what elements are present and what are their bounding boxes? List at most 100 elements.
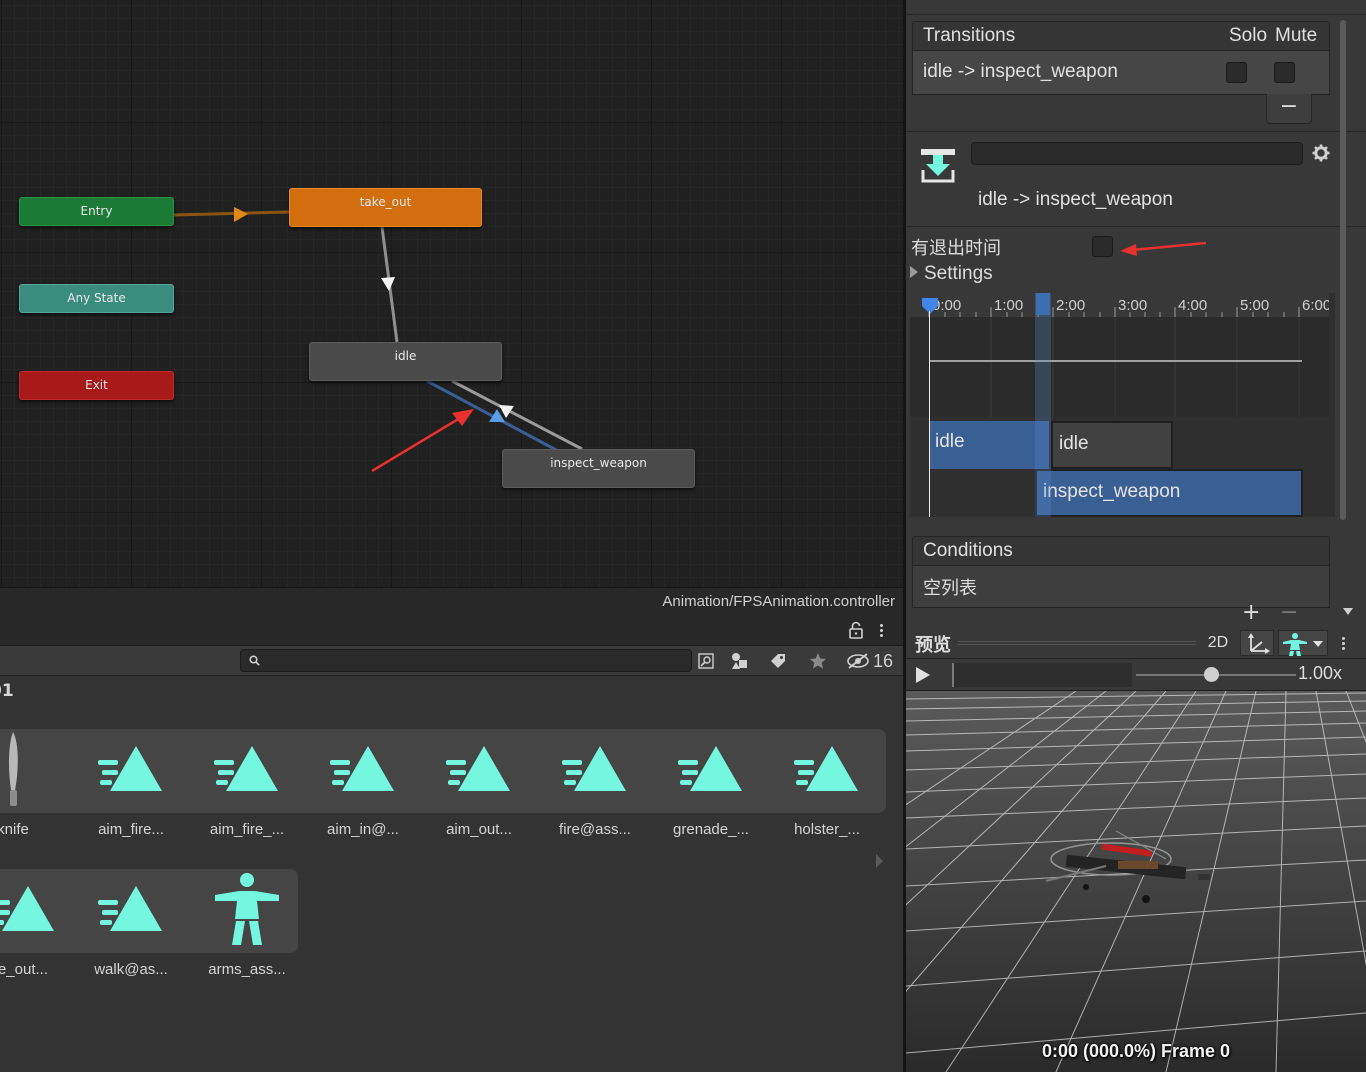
speed-slider-knob[interactable] [1204,667,1219,682]
asset-item[interactable]: aim_fire_... [189,729,305,838]
state-entry[interactable]: Entry [19,197,174,226]
animation-clip-icon [98,886,162,931]
asset-item[interactable]: aim_out... [421,729,537,838]
preview-more-options-icon[interactable] [1338,635,1348,653]
asset-label: grenade_... [673,821,749,838]
source-clip-bar[interactable]: idle [929,421,1049,469]
solo-checkbox[interactable] [1226,62,1247,83]
lock-icon[interactable] [848,621,864,639]
animation-clip-icon [98,746,162,791]
asset-item[interactable]: walk@as... [73,869,189,978]
asset-item[interactable]: e_out... [0,869,81,978]
avatar-dropdown-button[interactable] [1278,630,1328,656]
has-exit-time-checkbox[interactable] [1092,236,1113,257]
state-exit[interactable]: Exit [19,371,174,400]
controller-path: Animation/FPSAnimation.controller [662,593,895,610]
foldout-arrow-icon [910,266,918,278]
take-out-to-idle-arrow [381,277,395,291]
animation-clip-icon [330,746,394,791]
animation-clip-icon [794,746,858,791]
breadcrumb-folder[interactable]: 01 [0,681,14,701]
frame-info: 0:00 (000.0%) Frame 0 [1041,1041,1231,1061]
play-icon[interactable] [916,667,930,683]
graph-status-bar: Animation/FPSAnimation.controller [0,587,903,614]
project-tab-bar [0,614,903,646]
transitions-list-header: Transitions Solo Mute [912,21,1330,51]
asset-item[interactable]: grenade_... [653,729,769,838]
pivot-toggle-button[interactable] [1240,630,1274,656]
animator-graph[interactable]: Entry Any State Exit take_out idle inspe… [0,0,903,587]
preview-timeline-scrubber[interactable] [952,663,1132,687]
asset-item[interactable]: knife [0,729,71,838]
state-any-state[interactable]: Any State [19,284,174,313]
speed-value: 1.00x [1298,663,1343,683]
gear-icon[interactable] [1312,144,1330,162]
hidden-count-label: 16 [873,650,894,671]
asset-item[interactable]: fire@ass... [537,729,653,838]
mute-checkbox[interactable] [1274,62,1295,83]
preview-drag-handle[interactable] [958,641,1196,645]
transition-range-handle[interactable] [1036,293,1050,315]
timeline-clips-area: idle idle inspect_weapon [910,417,1330,517]
state-take-out[interactable]: take_out [289,188,482,227]
more-options-icon[interactable] [876,622,886,640]
pivot-icon [1248,633,1270,654]
transition-timeline[interactable]: 0:00 1:00 2:00 3:00 4:00 5:00 6:00 idle … [910,293,1330,517]
remove-condition-button[interactable]: − [1280,600,1298,625]
chevron-down-icon [1313,641,1323,647]
separator [906,14,1366,15]
solo-column-label: Solo [1229,25,1268,46]
inspect-to-idle-line [451,379,583,451]
add-condition-button[interactable]: + [1242,600,1260,625]
annotation-arrow-head [452,409,474,426]
source-clip-bar-repeat[interactable]: idle [1051,421,1173,469]
expand-arrow-icon[interactable] [876,854,883,868]
transition-name-field[interactable] [971,142,1303,165]
asset-grid: knife aim_fire... aim_fire_... aim_in@..… [0,708,903,1072]
mute-column-label: Mute [1275,25,1318,46]
source-clip-repeat-label: idle [1059,433,1089,454]
state-inspect-weapon-label: inspect_weapon [550,456,647,470]
animation-clip-icon [446,746,510,791]
timeline-curve-area [910,317,1330,417]
playhead-marker-icon[interactable] [921,297,939,315]
transition-list-item[interactable]: idle -> inspect_weapon [912,51,1330,95]
asset-label: aim_out... [446,821,512,838]
asset-item[interactable]: aim_fire... [73,729,189,838]
asset-label: aim_in@... [327,821,399,838]
search-input[interactable] [263,652,683,669]
project-search-field[interactable] [240,649,692,672]
search-window-icon[interactable] [692,649,720,673]
animation-clip-icon [562,746,626,791]
transition-item-label: idle -> inspect_weapon [923,61,1118,82]
preview-floor-grid [906,691,1366,1072]
destination-clip-bar[interactable]: inspect_weapon [1035,469,1303,517]
state-take-out-label: take_out [359,195,412,209]
scroll-down-arrow-icon[interactable] [1343,608,1353,615]
transition-blend-range[interactable] [1035,293,1051,517]
avatar-icon [1283,633,1323,656]
filter-by-label-icon[interactable] [764,649,792,673]
preview-title: 预览 [915,635,951,656]
asset-item[interactable]: arms_ass... [189,869,305,978]
hidden-packages-toggle[interactable]: 16 [846,649,893,673]
settings-foldout[interactable]: Settings [910,263,993,285]
conditions-add-remove: + − [1236,600,1316,627]
timeline-edge [1329,293,1335,517]
remove-transition-button[interactable]: − [1266,94,1312,124]
timeline-ruler[interactable]: 0:00 1:00 2:00 3:00 4:00 5:00 6:00 [910,293,1330,317]
favorite-star-icon[interactable] [804,649,832,673]
asset-item[interactable]: holster_... [769,729,885,838]
scrollbar-thumb[interactable] [1340,20,1346,520]
state-idle[interactable]: idle [309,342,502,381]
preview-viewport[interactable]: 0:00 (000.0%) Frame 0 [906,691,1366,1072]
inspector-scrollbar[interactable] [1337,20,1347,620]
asset-label: arms_ass... [208,961,286,978]
asset-label: e_out... [0,961,49,978]
source-clip-label: idle [935,431,965,452]
state-inspect-weapon[interactable]: inspect_weapon [502,449,695,488]
animation-clip-icon [214,746,278,791]
filter-by-type-icon[interactable] [726,649,754,673]
mode-2d-button[interactable]: 2D [1200,630,1236,656]
asset-item[interactable]: aim_in@... [305,729,421,838]
